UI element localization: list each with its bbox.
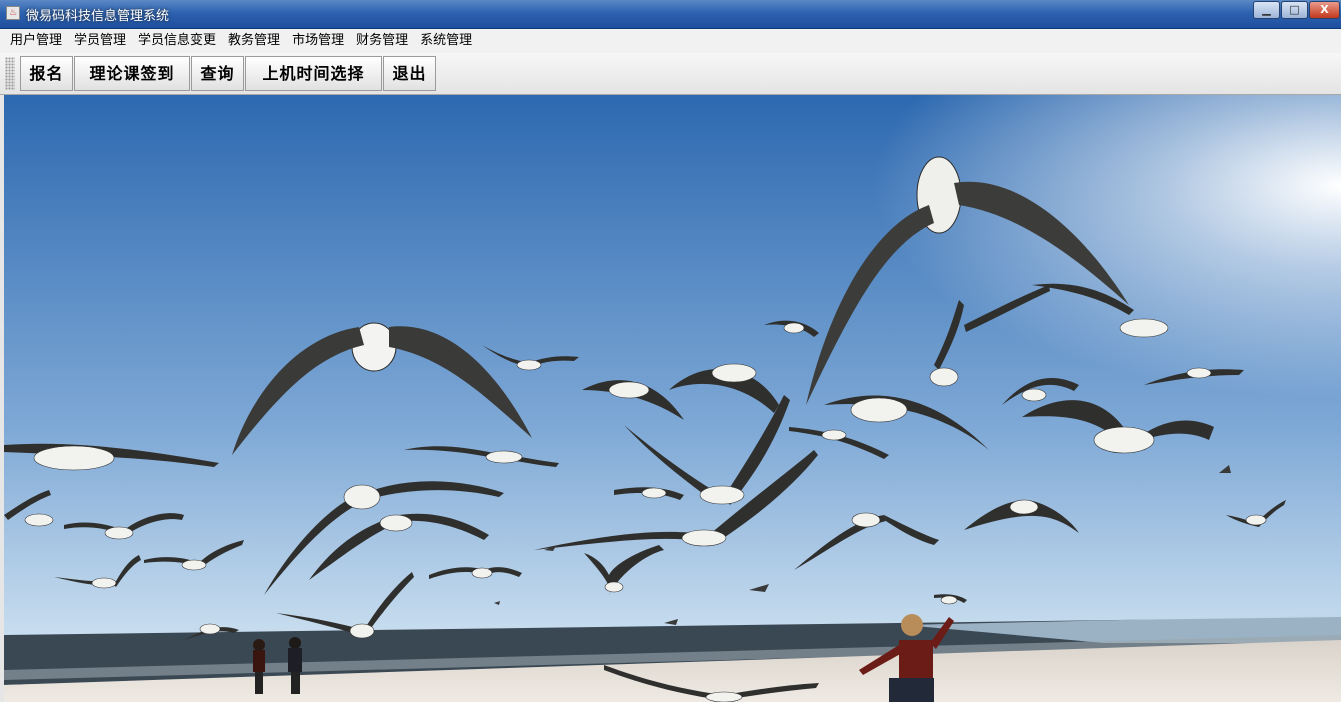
menu-market-management[interactable]: 市场管理 bbox=[286, 29, 350, 53]
query-button[interactable]: 查询 bbox=[191, 56, 244, 91]
close-button[interactable]: X bbox=[1309, 1, 1340, 19]
exit-button[interactable]: 退出 bbox=[383, 56, 436, 91]
menu-user-management[interactable]: 用户管理 bbox=[4, 29, 68, 53]
menu-finance-management[interactable]: 财务管理 bbox=[350, 29, 414, 53]
background-photo bbox=[4, 95, 1341, 702]
menu-system-management[interactable]: 系统管理 bbox=[414, 29, 478, 53]
toolbar-grip-handle[interactable] bbox=[5, 57, 15, 90]
title-bar: ♨ 微易码科技信息管理系统 ▁ □ X bbox=[0, 0, 1341, 29]
register-button[interactable]: 报名 bbox=[20, 56, 73, 91]
menu-academic-management[interactable]: 教务管理 bbox=[222, 29, 286, 53]
window-title: 微易码科技信息管理系统 bbox=[26, 9, 170, 24]
menu-student-info-change[interactable]: 学员信息变更 bbox=[132, 29, 222, 53]
theory-class-signin-button[interactable]: 理论课签到 bbox=[74, 56, 190, 91]
menu-bar: 用户管理 学员管理 学员信息变更 教务管理 市场管理 财务管理 系统管理 bbox=[0, 29, 1341, 53]
minimize-button[interactable]: ▁ bbox=[1253, 1, 1280, 19]
tool-bar: 报名 理论课签到 查询 上机时间选择 退出 bbox=[0, 53, 1341, 95]
maximize-button[interactable]: □ bbox=[1281, 1, 1308, 19]
menu-student-management[interactable]: 学员管理 bbox=[68, 29, 132, 53]
java-app-icon: ♨ bbox=[6, 6, 20, 20]
lab-time-select-button[interactable]: 上机时间选择 bbox=[245, 56, 382, 91]
seagull-beach-image bbox=[4, 95, 1341, 702]
